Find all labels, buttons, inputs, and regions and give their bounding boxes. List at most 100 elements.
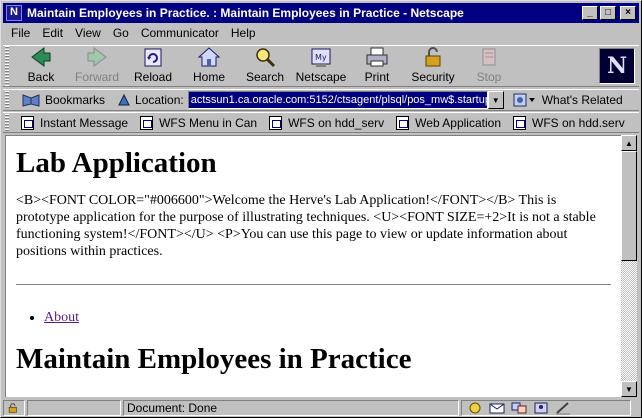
- bookmark-instant-message[interactable]: Instant Message: [21, 115, 129, 130]
- bookmark-label: WFS Menu in Can: [159, 115, 258, 130]
- status-text-cell: Document: Done: [123, 400, 459, 416]
- print-label: Print: [364, 70, 390, 84]
- section-heading: Maintain Employees in Practice: [16, 343, 412, 375]
- bookmarks-button[interactable]: Bookmarks: [21, 92, 105, 108]
- back-icon: [31, 47, 51, 67]
- menu-file[interactable]: File: [3, 26, 36, 40]
- menu-view[interactable]: View: [69, 26, 107, 40]
- netscape-logo[interactable]: N: [599, 48, 635, 84]
- svg-text:My: My: [315, 53, 327, 62]
- location-grip[interactable]: [5, 91, 9, 109]
- netscape-button[interactable]: My Netscape: [293, 46, 349, 86]
- netscape-app-icon[interactable]: [6, 5, 22, 21]
- composer-icon[interactable]: [554, 401, 572, 415]
- whats-related-label: What's Related: [541, 93, 623, 107]
- back-label: Back: [27, 70, 55, 84]
- bookmarks-icon: [22, 94, 40, 107]
- list-item: About: [44, 310, 621, 326]
- arrow-down-icon: ▼: [625, 384, 633, 394]
- forward-label: Forward: [74, 70, 119, 84]
- netscape-label: Netscape: [295, 70, 347, 84]
- window-title: Maintain Employees in Practice. : Mainta…: [27, 6, 464, 20]
- menu-go[interactable]: Go: [107, 26, 135, 40]
- search-button[interactable]: Search: [237, 46, 293, 86]
- menu-bar: File Edit View Go Communicator Help: [3, 24, 639, 42]
- stop-icon: [482, 48, 496, 66]
- bookmark-wfs-hdd-dot-serv[interactable]: WFS on hdd.serv: [513, 115, 625, 130]
- about-link[interactable]: About: [44, 310, 79, 325]
- navigation-toolbar: Back Forward Reload Home Search My Netsc…: [3, 45, 639, 87]
- address-book-icon[interactable]: [532, 401, 550, 415]
- mail-icon[interactable]: [488, 401, 506, 415]
- link-list: About: [44, 310, 621, 326]
- menu-edit[interactable]: Edit: [36, 26, 69, 40]
- menu-help[interactable]: Help: [225, 26, 262, 40]
- location-toolbar: Bookmarks Location: actssun1.ca.oracle.c…: [3, 89, 639, 111]
- menu-communicator[interactable]: Communicator: [135, 26, 225, 40]
- scroll-thumb[interactable]: [621, 151, 637, 261]
- bookmark-label: Instant Message: [40, 115, 129, 130]
- bookmarks-label: Bookmarks: [45, 93, 106, 107]
- minimize-button[interactable]: _: [582, 6, 598, 20]
- scroll-down-button[interactable]: ▼: [621, 381, 637, 397]
- page-content: Lab Application <B><FONT COLOR="#006600"…: [5, 135, 621, 397]
- bookmark-wfs-menu[interactable]: WFS Menu in Can: [140, 115, 258, 130]
- vertical-scrollbar[interactable]: ▲ ▼: [621, 135, 637, 397]
- component-bar: [461, 400, 631, 416]
- forward-icon: [87, 47, 107, 67]
- lock-icon: [8, 403, 17, 413]
- bookmark-page-icon: [140, 115, 154, 130]
- whats-related-icon: [513, 93, 535, 107]
- home-label: Home: [192, 70, 225, 84]
- bookmark-page-icon: [396, 115, 410, 130]
- progress-cell: [27, 400, 121, 416]
- url-field[interactable]: actssun1.ca.oracle.com:5152/ctsagent/pls…: [187, 91, 488, 109]
- stop-button[interactable]: Stop: [461, 46, 517, 86]
- bookmark-web-application[interactable]: Web Application: [396, 115, 501, 130]
- toolbar-grip[interactable]: [5, 46, 9, 86]
- bookmark-page-icon: [21, 115, 34, 130]
- arrow-up-icon: ▲: [625, 138, 633, 148]
- home-icon: [197, 47, 221, 67]
- stop-label: Stop: [476, 70, 502, 84]
- back-button[interactable]: Back: [13, 46, 69, 86]
- page-body-text: <B><FONT COLOR="#006600">Welcome the Her…: [16, 193, 596, 259]
- bookmark-page-icon: [269, 115, 283, 130]
- navigator-icon[interactable]: [466, 401, 484, 415]
- netscape-logo-letter: N: [606, 53, 628, 79]
- print-icon: [366, 47, 388, 67]
- search-icon: [256, 48, 276, 68]
- title-bar: Maintain Employees in Practice. : Mainta…: [3, 3, 639, 23]
- print-button[interactable]: Print: [349, 46, 405, 86]
- url-dropdown-button[interactable]: ▼: [487, 91, 504, 109]
- security-button[interactable]: Security: [405, 46, 461, 86]
- security-label: Security: [411, 70, 455, 84]
- search-label: Search: [245, 70, 285, 84]
- reload-icon: [144, 48, 162, 67]
- bookmark-page-icon: [513, 115, 526, 130]
- netscape-icon: My: [311, 48, 331, 67]
- scroll-up-button[interactable]: ▲: [621, 135, 637, 151]
- reload-button[interactable]: Reload: [125, 46, 181, 86]
- forward-button[interactable]: Forward: [69, 46, 125, 86]
- home-button[interactable]: Home: [181, 46, 237, 86]
- page-heading: Lab Application: [16, 147, 217, 179]
- security-status-cell[interactable]: [3, 400, 25, 416]
- personal-grip[interactable]: [5, 114, 9, 131]
- reload-label: Reload: [133, 70, 173, 84]
- maximize-button[interactable]: □: [600, 6, 616, 20]
- newsgroups-icon[interactable]: [510, 401, 528, 415]
- location-label-group: Location:: [117, 93, 184, 107]
- personal-toolbar: Instant Message WFS Menu in Can WFS on h…: [3, 112, 639, 133]
- bookmark-wfs-hdd-serv[interactable]: WFS on hdd_serv: [269, 115, 385, 130]
- browser-window: Maintain Employees in Practice. : Mainta…: [0, 0, 642, 418]
- security-icon: [425, 47, 441, 67]
- status-bar: Document: Done: [3, 399, 639, 417]
- status-text: Document: Done: [127, 401, 218, 415]
- location-label: Location:: [135, 93, 184, 107]
- close-button[interactable]: ×: [620, 6, 636, 20]
- chevron-down-icon: ▼: [491, 95, 500, 105]
- page-proxy-icon[interactable]: [117, 93, 131, 107]
- whats-related-button[interactable]: What's Related: [512, 92, 623, 108]
- bookmark-label: WFS on hdd_serv: [288, 115, 385, 130]
